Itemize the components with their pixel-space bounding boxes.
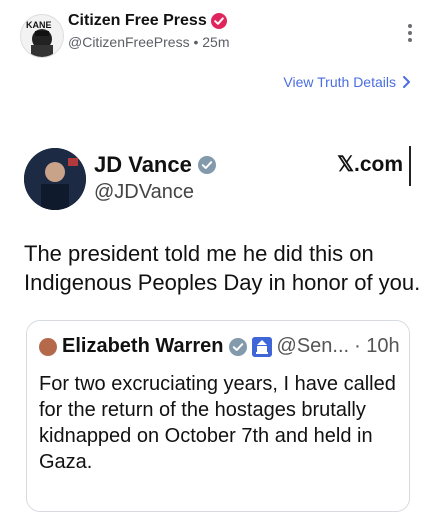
view-truth-details-link[interactable]: View Truth Details <box>283 74 411 90</box>
author-block: Citizen Free Press @CitizenFreePress • 2… <box>68 12 230 50</box>
tweet-author-avatar <box>24 148 86 210</box>
verified-badge-icon <box>210 13 227 29</box>
avatar-kane-text: KANE <box>26 20 52 30</box>
tweet-author-handle: @JDVance <box>94 181 194 203</box>
quote-author-handle: @Sen... <box>276 335 350 357</box>
embed-edge-line <box>409 146 411 186</box>
author-handle-time: @CitizenFreePress • 25m <box>68 34 230 50</box>
quote-verified-icon <box>228 337 247 356</box>
author-avatar[interactable]: KANE <box>20 14 64 58</box>
more-options-button[interactable] <box>405 22 415 44</box>
chevron-right-icon <box>403 76 410 88</box>
quote-body-text: For two excruciating years, I have calle… <box>39 373 396 473</box>
verified-check-icon <box>197 156 216 174</box>
quote-time: · 10h <box>354 335 400 357</box>
view-truth-details-label: View Truth Details <box>283 74 396 90</box>
quote-header: Elizabeth Warren @Sen... · 10h <box>39 335 400 358</box>
avatar-image: KANE <box>21 15 63 57</box>
quote-author-name: Elizabeth Warren <box>62 335 224 357</box>
post-header: KANE Citizen Free Press @CitizenFreePres… <box>0 0 433 60</box>
author-name-row[interactable]: Citizen Free Press <box>68 12 230 30</box>
x-source-label: 𝕏.com <box>337 153 403 176</box>
author-name[interactable]: Citizen Free Press <box>68 12 207 30</box>
tweet-author-row: JD Vance <box>94 152 216 178</box>
capitol-building-icon <box>251 336 272 357</box>
tweet-body-text: The president told me he did this on Ind… <box>24 241 421 295</box>
more-options-icon <box>408 24 412 42</box>
quote-author-avatar <box>39 337 57 356</box>
quoted-tweet-card: Elizabeth Warren @Sen... · 10h For two e… <box>26 320 410 512</box>
tweet-author-name: JD Vance <box>94 152 192 177</box>
